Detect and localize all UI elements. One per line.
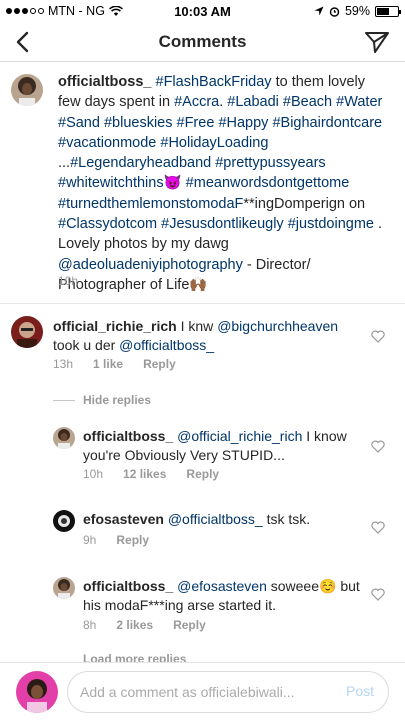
avatar-photo <box>53 510 75 532</box>
battery-icon <box>375 5 401 17</box>
caption-username[interactable]: officialtboss_ <box>58 74 151 90</box>
comment-text: officialtboss_ @efosasteven soweee☺️ but… <box>83 577 363 615</box>
comment-text: officialtboss_ @official_richie_rich I k… <box>83 427 363 465</box>
avatar[interactable] <box>16 671 58 713</box>
comment-likes[interactable]: 2 likes <box>116 618 153 632</box>
comment-username[interactable]: official_richie_rich <box>53 318 177 334</box>
caption-body: #FlashBackFriday to them lovely few days… <box>58 74 383 293</box>
heart-outline-icon[interactable] <box>371 330 385 343</box>
load-more-replies-button[interactable]: Load more replies <box>83 652 186 662</box>
comment-meta: 13h 1 like Reply <box>53 357 176 371</box>
avatar-photo <box>53 427 75 449</box>
comment-meta: 9h Reply <box>83 533 149 547</box>
comment-input-box: Post <box>67 671 389 713</box>
divider <box>53 399 75 401</box>
caption-text: officialtboss_ #FlashBackFriday to them … <box>58 72 388 295</box>
comment-meta: 10h 12 likes Reply <box>83 467 219 481</box>
nav-header: Comments <box>0 22 405 62</box>
comment-time: 10h <box>83 467 104 481</box>
hide-replies-button[interactable]: Hide replies <box>53 393 151 407</box>
status-bar: MTN - NG 10:03 AM 59% <box>0 0 405 22</box>
caption-timestamp: 10h <box>58 274 79 288</box>
heart-outline-icon[interactable] <box>371 440 385 453</box>
direct-send-icon[interactable] <box>363 28 391 56</box>
avatar[interactable] <box>11 74 43 106</box>
page-title: Comments <box>158 32 247 51</box>
comment-text: efosasteven @officialtboss_ tsk tsk. <box>83 510 363 529</box>
avatar-photo <box>16 671 58 713</box>
avatar[interactable] <box>53 427 75 449</box>
battery-percent: 59% <box>344 4 370 18</box>
avatar-photo <box>11 316 43 348</box>
avatar[interactable] <box>53 577 75 599</box>
reply-button[interactable]: Reply <box>116 533 149 547</box>
comment-time: 13h <box>53 357 74 371</box>
comment-likes[interactable]: 12 likes <box>123 467 166 481</box>
avatar-photo <box>11 74 43 106</box>
comment-username[interactable]: officialtboss_ <box>83 428 173 444</box>
comment-likes[interactable]: 1 like <box>93 357 123 371</box>
comment-body: @officialtboss_ tsk tsk. <box>167 511 311 527</box>
comment-username[interactable]: efosasteven <box>83 511 164 527</box>
avatar-photo <box>53 577 75 599</box>
comment-time: 9h <box>83 533 97 547</box>
heart-outline-icon[interactable] <box>371 521 385 534</box>
location-arrow-icon <box>314 6 324 16</box>
comment-input-bar: Post <box>0 662 405 720</box>
comment-text: official_richie_rich I knw @bigchurchhea… <box>53 317 353 355</box>
heart-outline-icon[interactable] <box>371 588 385 601</box>
post-button[interactable]: Post <box>346 683 374 699</box>
hide-replies-label: Hide replies <box>83 393 152 407</box>
reply-button[interactable]: Reply <box>186 467 219 481</box>
divider <box>0 303 405 304</box>
comment-meta: 8h 2 likes Reply <box>83 618 206 632</box>
avatar[interactable] <box>53 510 75 532</box>
comment-input[interactable] <box>80 682 330 702</box>
comment-username[interactable]: officialtboss_ <box>83 578 173 594</box>
reply-button[interactable]: Reply <box>173 618 206 632</box>
comment-time: 8h <box>83 618 97 632</box>
reply-button[interactable]: Reply <box>143 357 176 371</box>
avatar[interactable] <box>11 316 43 348</box>
alarm-clock-icon <box>329 6 340 17</box>
